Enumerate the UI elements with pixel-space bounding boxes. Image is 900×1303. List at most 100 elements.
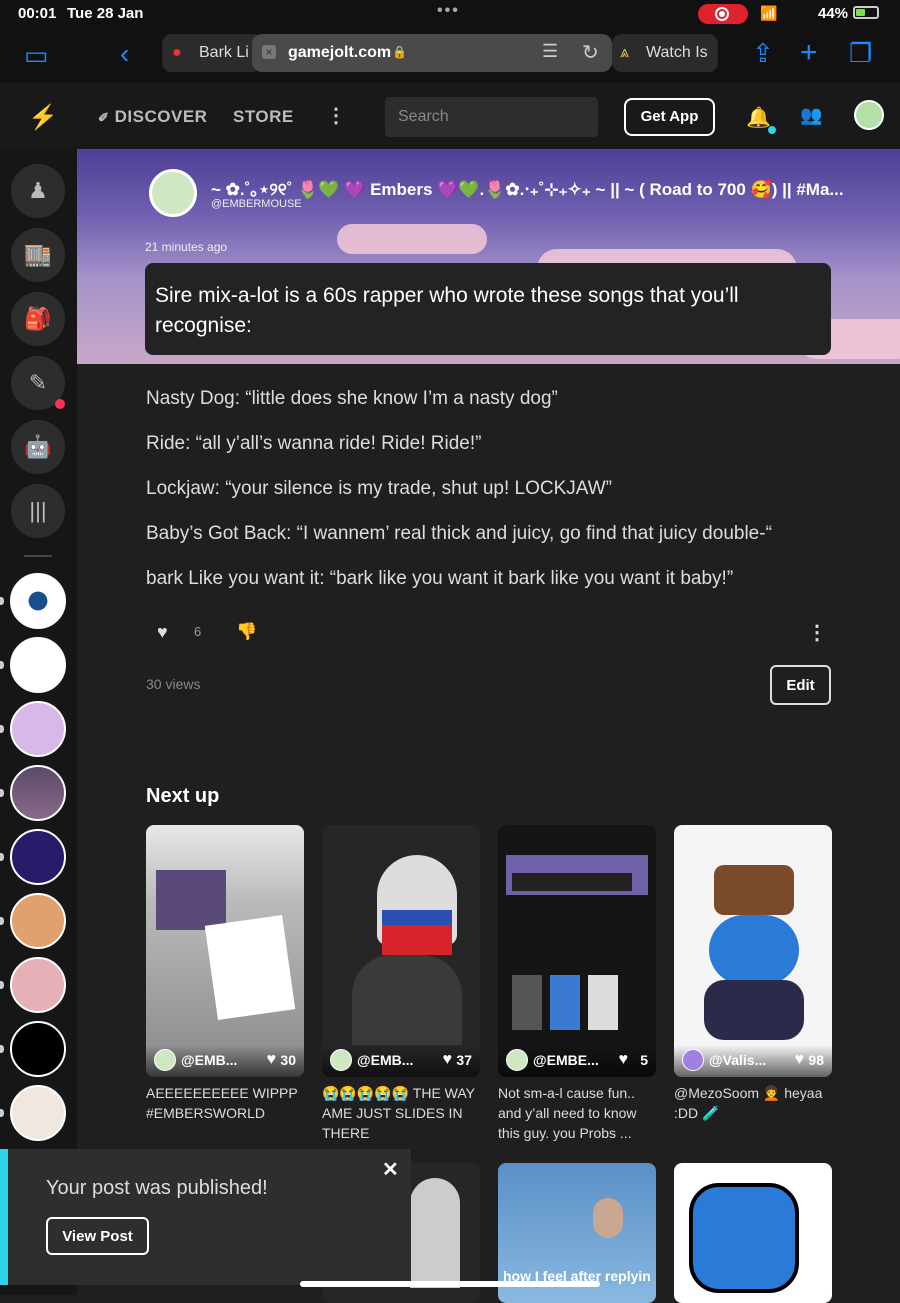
community-indicator [0, 853, 4, 861]
sidebar-home-icon[interactable]: ♟ [11, 164, 65, 218]
post-line: Ride: “all y’all’s wanna ride! Ride! Rid… [146, 433, 482, 454]
sidebar-backpack-icon[interactable]: 🎒 [11, 292, 65, 346]
tab-label: Watch Is [646, 44, 708, 61]
next-up-card[interactable] [674, 1163, 832, 1303]
post-line: Baby’s Got Back: “I wannem’ real thick a… [146, 523, 772, 544]
thumbnail-art [156, 870, 226, 930]
home-indicator[interactable] [300, 1281, 600, 1287]
notification-dot [768, 126, 776, 134]
heart-icon: ♥ [794, 1051, 805, 1068]
post-header-banner: ~ ✿.˚｡⋆୨୧˚ 🌷💚 💜 Embers 💜💚.🌷✿.‧₊˚⊹₊✧₊ ~ |… [77, 149, 900, 364]
community-embers[interactable] [10, 701, 66, 757]
friends-icon[interactable]: 👥 [800, 105, 822, 126]
site-header: ⚡ ✐ DISCOVER STORE ⋮ Get App 🔔 👥 [0, 83, 900, 149]
view-count: 30 views [146, 676, 201, 692]
tabs-overview-icon[interactable]: ❐ [849, 38, 872, 69]
post-line: Nasty Dog: “little does she know I’m a n… [146, 388, 558, 409]
sidebar-chat-icon[interactable]: 🤖 [11, 420, 65, 474]
nav-store[interactable]: STORE [233, 107, 294, 127]
back-icon[interactable]: ‹ [120, 38, 129, 70]
notifications-bell-icon[interactable]: 🔔 [746, 105, 771, 130]
url-bar[interactable]: × gamejolt.com 🔒 ☰ ↻ [252, 34, 612, 72]
sidebar-library-icon[interactable]: ||| [11, 484, 65, 538]
thumbnail-art [204, 915, 296, 1020]
community-indicator [0, 917, 4, 925]
sidebar-divider [24, 555, 52, 557]
card-caption[interactable]: Not sm-a-l cause fun.. and y’all need to… [498, 1083, 656, 1143]
share-icon[interactable]: ⇪ [752, 38, 774, 69]
left-sidebar: ♟ 🏬 🎒 ✎ 🤖 ||| [0, 149, 77, 1295]
tab-site-icon: ⩓ [620, 44, 630, 61]
publish-toast: Your post was published! ✕ View Post [0, 1149, 411, 1285]
card-meta: @EMBE... ♥ 5 [498, 1045, 656, 1077]
like-count[interactable]: 6 [194, 624, 201, 639]
thumbnail-art [410, 1178, 460, 1288]
card-caption[interactable]: AEEEEEEEEEE WIPPP #EMBERSWORLD [146, 1083, 304, 1123]
community-indicator [0, 981, 4, 989]
new-tab-icon[interactable]: + [800, 36, 818, 70]
user-avatar[interactable] [854, 100, 884, 130]
thumbnail-art [714, 865, 794, 915]
like-heart-icon[interactable]: ♥ [157, 622, 168, 643]
community-group[interactable] [10, 957, 66, 1013]
community-indicator [0, 1109, 4, 1117]
next-up-card[interactable]: @Valis... ♥ 98 [674, 825, 832, 1077]
next-up-card[interactable]: @EMBE... ♥ 5 [498, 825, 656, 1077]
card-meta: @Valis... ♥ 98 [674, 1045, 832, 1077]
community-black[interactable] [10, 1021, 66, 1077]
author-avatar[interactable] [149, 169, 197, 217]
edit-button[interactable]: Edit [770, 665, 831, 705]
thumbnail-art [704, 980, 804, 1040]
community-face[interactable] [10, 893, 66, 949]
screen-record-icon [698, 4, 748, 24]
more-menu-icon[interactable]: ⋮ [326, 103, 346, 128]
reader-icon[interactable]: ☰ [542, 41, 558, 62]
thumbnail-art [550, 975, 580, 1030]
community-eye[interactable] [10, 573, 66, 629]
wifi-icon: 📶 [760, 5, 778, 21]
tab-bark[interactable]: ● Bark Li [162, 34, 262, 72]
dislike-icon[interactable]: 👎 [236, 622, 257, 642]
reload-icon[interactable]: ↻ [582, 40, 599, 65]
card-meta: @EMB... ♥ 30 [146, 1045, 304, 1077]
get-app-button[interactable]: Get App [624, 98, 715, 136]
sidebar-toggle-icon[interactable]: ▭ [24, 40, 49, 71]
author-handle[interactable]: @EMBERMOUSE [211, 198, 302, 210]
clock: 00:01 [18, 5, 57, 22]
search-input[interactable] [385, 97, 598, 137]
community-muzzle[interactable] [10, 637, 66, 693]
card-likes: 98 [808, 1052, 824, 1068]
gamejolt-logo-icon[interactable]: ⚡ [28, 103, 58, 132]
sidebar-store-icon[interactable]: 🏬 [11, 228, 65, 282]
card-user-avatar [506, 1049, 528, 1071]
post-options-icon[interactable]: ⋮ [807, 620, 827, 645]
thumbnail-art [512, 873, 632, 891]
community-indicator [0, 725, 4, 733]
author-name[interactable]: ~ ✿.˚｡⋆୨୧˚ 🌷💚 💜 Embers 💜💚.🌷✿.‧₊˚⊹₊✧₊ ~ |… [211, 175, 844, 200]
card-caption[interactable]: @MezoSoom 🧑‍🦱 heyaa :DD 🧪 [674, 1083, 832, 1123]
next-up-card[interactable]: @EMB... ♥ 30 [146, 825, 304, 1077]
close-icon[interactable]: ✕ [382, 1157, 399, 1182]
community-character[interactable] [10, 1085, 66, 1141]
close-tab-icon[interactable]: × [262, 45, 276, 59]
nav-discover-label: DISCOVER [114, 107, 208, 126]
cloud-decoration [337, 224, 487, 254]
community-awg[interactable] [10, 829, 66, 885]
nav-discover[interactable]: ✐ DISCOVER [98, 107, 207, 127]
thumbnail-art [352, 955, 462, 1045]
next-up-card[interactable]: @EMB... ♥ 37 [322, 825, 480, 1077]
post-body: Nasty Dog: “little does she know I’m a n… [146, 388, 846, 613]
next-up-heading: Next up [146, 785, 220, 807]
multitask-dots-icon[interactable]: ••• [437, 2, 460, 20]
thumbnail-art [512, 975, 542, 1030]
community-dark[interactable] [10, 765, 66, 821]
card-user: @EMB... [181, 1052, 238, 1068]
tab-label: Bark Li [199, 44, 249, 61]
view-post-button[interactable]: View Post [46, 1217, 149, 1255]
card-caption[interactable]: 😭😭😭😭😭 THE WAY AME JUST SLIDES IN THERE [322, 1083, 480, 1143]
thumbnail-art [382, 925, 452, 955]
tab-watch[interactable]: ⩓ Watch Is [612, 34, 718, 72]
thumbnail-art [709, 915, 799, 985]
card-user: @EMB... [357, 1052, 414, 1068]
url-text: gamejolt.com [288, 44, 392, 61]
